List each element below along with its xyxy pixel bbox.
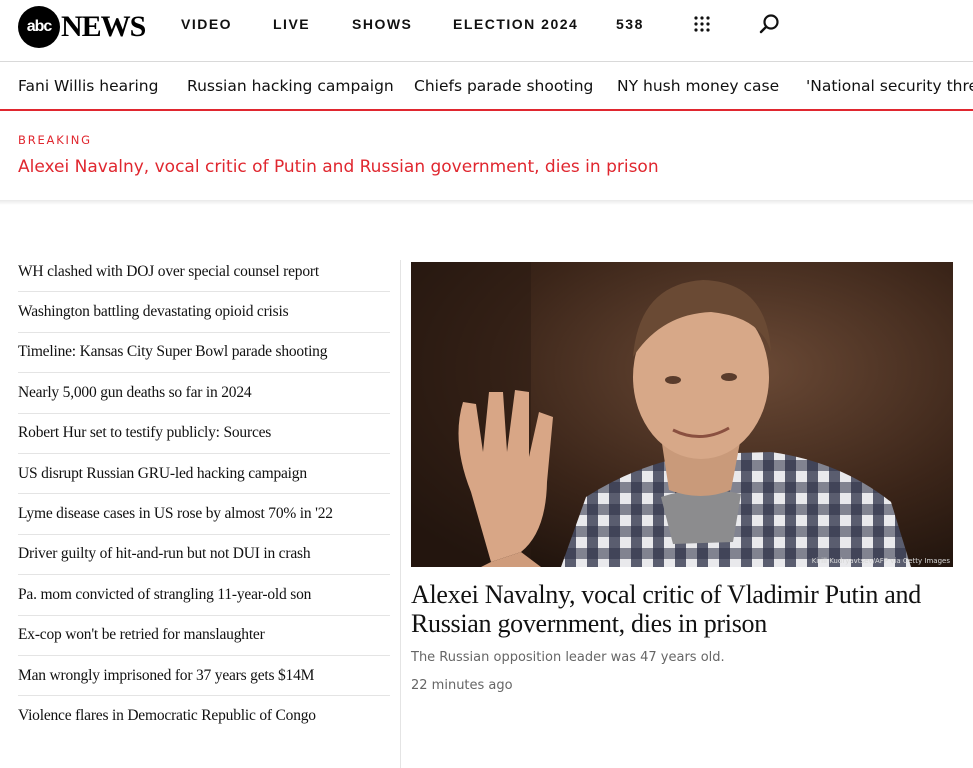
photo-credit: Kirill Kudryavtsev/AFP via Getty Images — [811, 557, 950, 565]
list-item: Lyme disease cases in US rose by almost … — [18, 494, 390, 535]
headline-link[interactable]: Driver guilty of hit-and-run but not DUI… — [18, 545, 311, 563]
logo-badge: abc — [18, 6, 60, 48]
trending-item-russian-hacking[interactable]: Russian hacking campaign — [187, 77, 394, 95]
list-item: US disrupt Russian GRU-led hacking campa… — [18, 454, 390, 495]
top-header: abc NEWS VIDEO LIVE SHOWS ELECTION 2024 … — [0, 0, 973, 62]
headline-link[interactable]: Nearly 5,000 gun deaths so far in 2024 — [18, 384, 252, 402]
headline-link[interactable]: US disrupt Russian GRU-led hacking campa… — [18, 465, 307, 483]
trending-item-fani-willis[interactable]: Fani Willis hearing — [18, 77, 158, 95]
list-item: Pa. mom convicted of strangling 11-year-… — [18, 575, 390, 616]
search-icon[interactable] — [759, 13, 781, 35]
headline-link[interactable]: WH clashed with DOJ over special counsel… — [18, 263, 319, 281]
list-item: Robert Hur set to testify publicly: Sour… — [18, 414, 390, 454]
trending-item-national-security[interactable]: 'National security threat — [806, 77, 973, 95]
list-item: WH clashed with DOJ over special counsel… — [18, 252, 390, 293]
headline-link[interactable]: Lyme disease cases in US rose by almost … — [18, 505, 333, 523]
lead-story-image[interactable]: Kirill Kudryavtsev/AFP via Getty Images — [411, 262, 953, 567]
nav-live[interactable]: LIVE — [273, 16, 310, 32]
headline-list: WH clashed with DOJ over special counsel… — [18, 252, 390, 737]
abc-news-logo[interactable]: abc NEWS — [18, 6, 146, 48]
list-item: Man wrongly imprisoned for 37 years gets… — [18, 656, 390, 697]
column-divider — [400, 260, 401, 768]
lead-story-headline[interactable]: Alexei Navalny, vocal critic of Vladimir… — [411, 580, 951, 638]
nav-shows[interactable]: SHOWS — [352, 16, 412, 32]
list-item: Ex-cop won't be retried for manslaughter — [18, 616, 390, 656]
breaking-banner: BREAKING Alexei Navalny, vocal critic of… — [0, 111, 973, 201]
grid-menu-icon[interactable] — [693, 15, 711, 33]
headline-link[interactable]: Pa. mom convicted of strangling 11-year-… — [18, 586, 311, 604]
headline-link[interactable]: Robert Hur set to testify publicly: Sour… — [18, 424, 271, 442]
trending-topics-bar: Fani Willis hearing Russian hacking camp… — [0, 62, 973, 111]
breaking-headline-link[interactable]: Alexei Navalny, vocal critic of Putin an… — [18, 157, 659, 177]
breaking-label: BREAKING — [18, 133, 92, 147]
headline-link[interactable]: Man wrongly imprisoned for 37 years gets… — [18, 667, 314, 685]
lead-story-timestamp: 22 minutes ago — [411, 678, 513, 693]
nav-video[interactable]: VIDEO — [181, 16, 232, 32]
section-divider — [0, 200, 973, 205]
trending-item-chiefs-parade[interactable]: Chiefs parade shooting — [414, 77, 593, 95]
list-item: Nearly 5,000 gun deaths so far in 2024 — [18, 373, 390, 414]
headline-link[interactable]: Ex-cop won't be retried for manslaughter — [18, 626, 265, 644]
nav-election-2024[interactable]: ELECTION 2024 — [453, 16, 578, 32]
list-item: Washington battling devastating opioid c… — [18, 292, 390, 333]
list-item: Timeline: Kansas City Super Bowl parade … — [18, 333, 390, 374]
list-item: Violence flares in Democratic Republic o… — [18, 696, 390, 736]
headline-link[interactable]: Washington battling devastating opioid c… — [18, 303, 289, 321]
nav-538[interactable]: 538 — [616, 16, 644, 32]
lead-story-summary: The Russian opposition leader was 47 yea… — [411, 650, 725, 665]
trending-item-ny-hush-money[interactable]: NY hush money case — [617, 77, 779, 95]
logo-word: NEWS — [61, 10, 146, 43]
headline-link[interactable]: Violence flares in Democratic Republic o… — [18, 707, 316, 725]
list-item: Driver guilty of hit-and-run but not DUI… — [18, 535, 390, 576]
headline-link[interactable]: Timeline: Kansas City Super Bowl parade … — [18, 343, 327, 361]
